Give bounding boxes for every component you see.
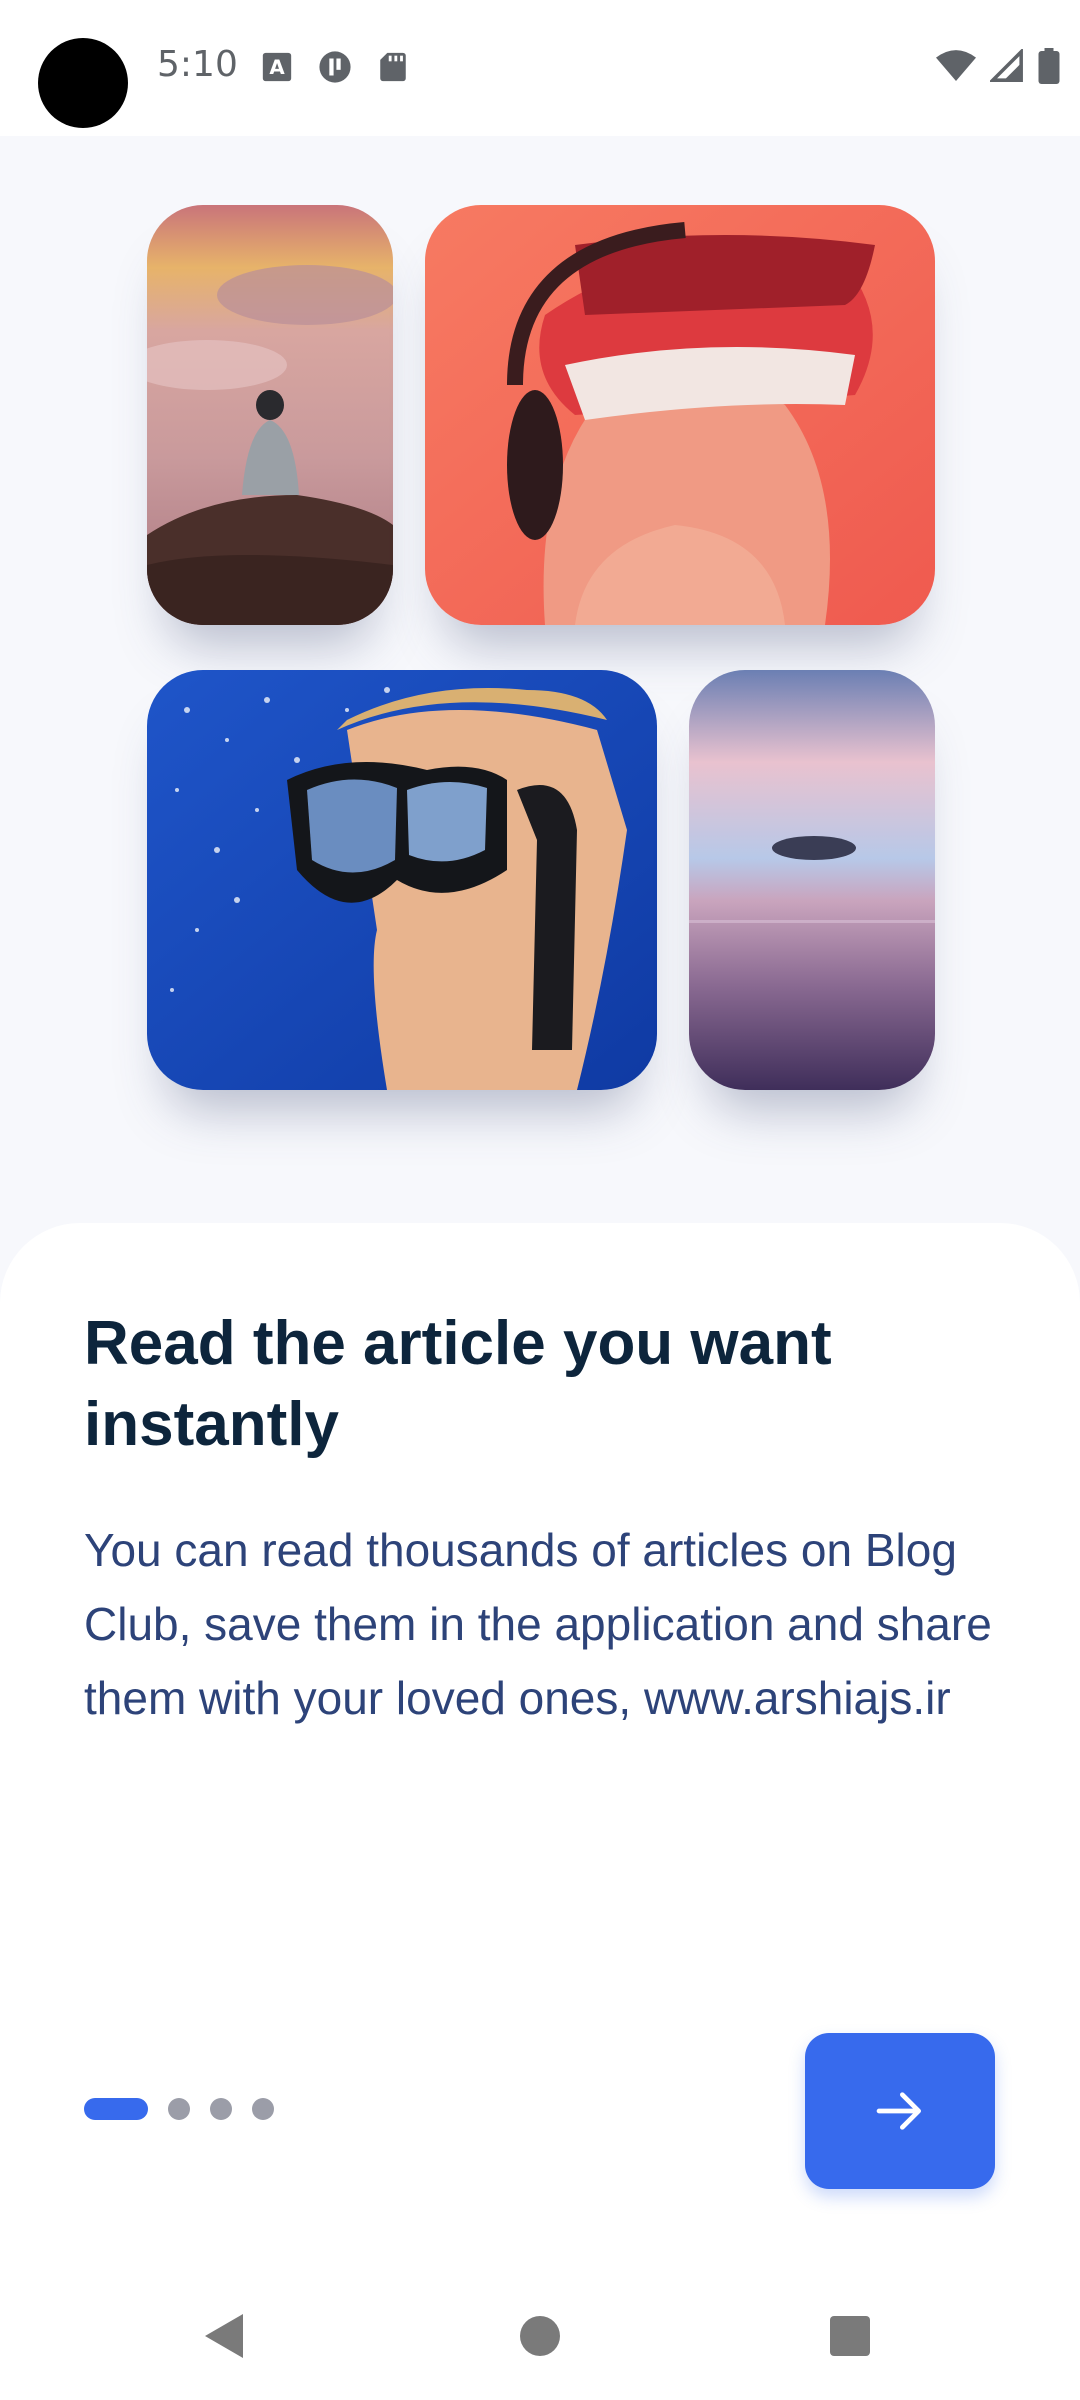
text-a-icon: A [262,52,292,82]
onboarding-sheet: Read the article you want instantly You … [0,1223,1080,2400]
diver-mask-photo [147,670,657,1090]
system-nav-bar [0,2250,1080,2400]
recents-icon[interactable] [830,2316,870,2356]
vr-headset-photo [425,205,935,625]
status-time: 5:10 [157,44,238,85]
svg-text:A: A [269,56,285,79]
page-indicator [84,2098,274,2120]
pause-circle-icon [319,51,351,83]
status-bar: 5:10 A [0,0,1080,136]
next-button[interactable] [805,2033,995,2189]
battery-icon [1038,48,1060,84]
system-status-icons [936,48,1060,84]
camera-cutout [38,38,128,128]
page-dot[interactable] [252,2098,274,2120]
back-icon[interactable] [203,2312,245,2360]
page-dot[interactable] [210,2098,232,2120]
onboarding-description: You can read thousands of articles on Bl… [84,1524,992,1724]
sd-card-icon [380,52,406,82]
page-dot[interactable] [168,2098,190,2120]
ocean-sunset-photo [689,670,935,1090]
wifi-icon [936,50,976,81]
notification-icons: A [260,50,410,84]
mountain-clouds-photo [147,205,393,625]
onboarding-screen: 5:10 A Read the article you want instant… [0,0,1080,2400]
page-dot-active[interactable] [84,2098,148,2120]
signal-icon [990,49,1023,82]
arrow-right-icon [876,2092,921,2130]
onboarding-title: Read the article you want instantly [84,1309,832,1459]
home-icon[interactable] [520,2316,560,2356]
